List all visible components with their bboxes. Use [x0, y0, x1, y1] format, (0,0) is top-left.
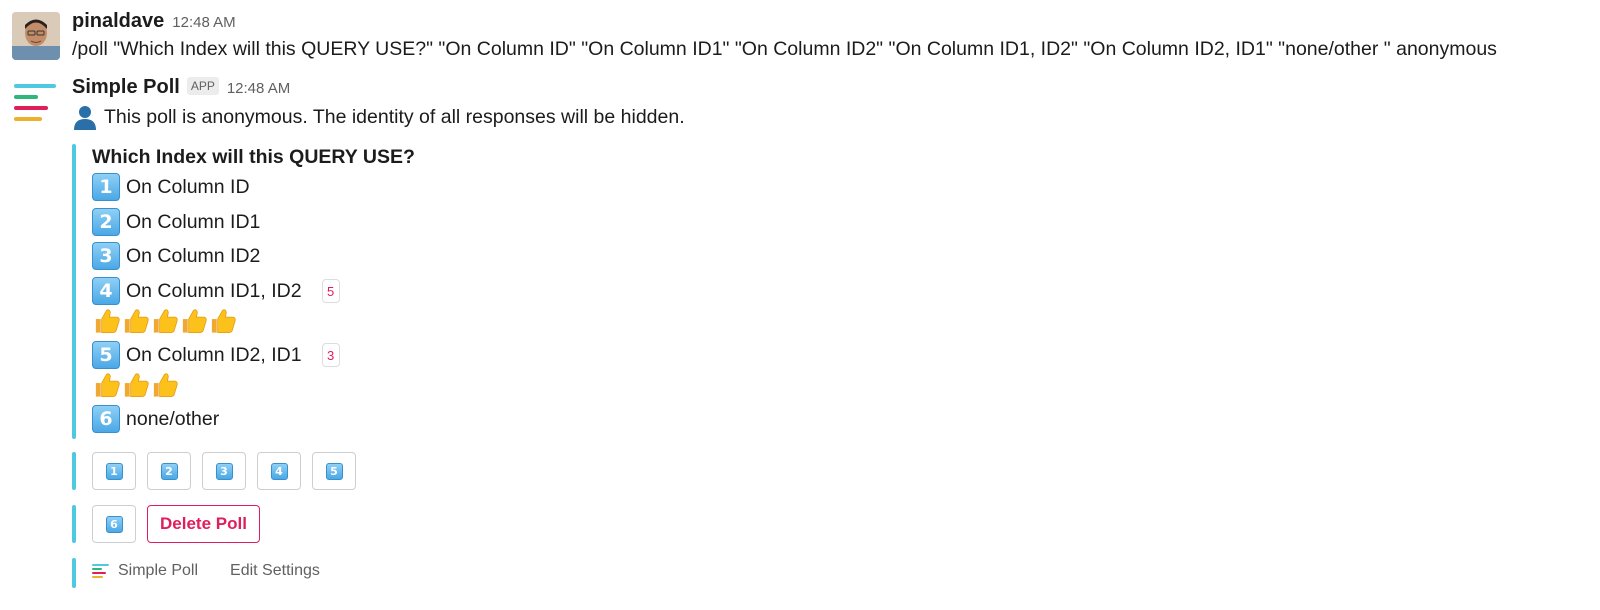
keycap-1-icon: 1 — [92, 173, 120, 201]
attachment-accent-bar — [72, 144, 76, 439]
message-simple-poll: Simple Poll APP 12:48 AM This poll is an… — [0, 74, 1600, 610]
keycap-2-icon: 2 — [160, 462, 178, 480]
user-avatar[interactable] — [12, 12, 60, 60]
poll-option-label: On Column ID1, ID2 — [126, 279, 302, 302]
vote-button-6[interactable]: 6 — [92, 505, 136, 543]
edit-settings-link[interactable]: Edit Settings — [230, 562, 320, 580]
vote-thumbs-row — [92, 370, 179, 400]
vote-buttons-attachment: 1 2 3 4 5 — [72, 452, 972, 490]
poll-option-2: 2 On Column ID1 — [92, 207, 260, 237]
thumbs-up-icon — [150, 370, 179, 400]
app-badge: APP — [186, 77, 219, 95]
author-name[interactable]: pinaldave — [72, 10, 164, 33]
thumbs-up-icon — [121, 306, 150, 336]
keycap-1-icon: 1 — [105, 462, 123, 480]
poll-option-1: 1 On Column ID — [92, 172, 250, 202]
poll-option-6: 6 none/other — [92, 404, 219, 434]
keycap-4-icon: 4 — [270, 462, 288, 480]
thumbs-up-icon — [121, 370, 150, 400]
attachment-accent-bar — [72, 505, 76, 543]
vote-button-3[interactable]: 3 — [202, 452, 246, 490]
attachment-accent-bar — [72, 452, 76, 490]
attachment-accent-bar — [72, 558, 76, 588]
vote-button-4[interactable]: 4 — [257, 452, 301, 490]
thumbs-up-icon — [92, 370, 121, 400]
actions-attachment: 6 Delete Poll — [72, 505, 972, 543]
anonymous-notice: This poll is anonymous. The identity of … — [72, 104, 685, 130]
poll-question: Which Index will this QUERY USE? — [92, 146, 415, 168]
app-name[interactable]: Simple Poll — [72, 76, 180, 99]
keycap-6-icon: 6 — [105, 515, 123, 533]
poll-attachment: Which Index will this QUERY USE? 1 On Co… — [72, 144, 972, 439]
footer-app-name: Simple Poll — [118, 562, 199, 579]
poll-option-label: On Column ID2, ID1 — [126, 343, 302, 366]
keycap-3-icon: 3 — [215, 462, 233, 480]
poll-option-label: none/other — [126, 407, 220, 430]
thumbs-up-icon — [208, 306, 237, 336]
thumbs-up-icon — [179, 306, 208, 336]
keycap-3-icon: 3 — [92, 242, 120, 270]
vote-button-1[interactable]: 1 — [92, 452, 136, 490]
vote-thumbs-row — [92, 306, 237, 336]
vote-count-badge: 3 — [321, 343, 340, 367]
message-timestamp[interactable]: 12:48 AM — [227, 80, 290, 97]
vote-button-5[interactable]: 5 — [312, 452, 356, 490]
keycap-6-icon: 6 — [92, 405, 120, 433]
message-timestamp[interactable]: 12:48 AM — [172, 14, 235, 31]
footer-attachment: Simple Poll Edit Settings — [72, 558, 972, 588]
poll-option-3: 3 On Column ID2 — [92, 241, 260, 271]
person-silhouette-icon — [72, 104, 98, 130]
keycap-4-icon: 4 — [92, 277, 120, 305]
vote-button-2[interactable]: 2 — [147, 452, 191, 490]
thumbs-up-icon — [150, 306, 179, 336]
delete-poll-button[interactable]: Delete Poll — [147, 505, 260, 543]
poll-option-label: On Column ID2 — [126, 244, 261, 267]
simple-poll-logo-icon — [92, 564, 109, 578]
message-text: /poll "Which Index will this QUERY USE?"… — [72, 38, 1497, 60]
keycap-5-icon: 5 — [92, 341, 120, 369]
keycap-5-icon: 5 — [325, 462, 343, 480]
poll-option-label: On Column ID1 — [126, 210, 261, 233]
thumbs-up-icon — [92, 306, 121, 336]
poll-option-label: On Column ID — [126, 175, 250, 198]
message-pinaldave: pinaldave 12:48 AM /poll "Which Index wi… — [0, 8, 1600, 70]
anonymous-notice-text: This poll is anonymous. The identity of … — [104, 105, 685, 128]
poll-option-5: 5 On Column ID2, ID1 3 — [92, 340, 340, 370]
keycap-2-icon: 2 — [92, 208, 120, 236]
vote-count-badge: 5 — [321, 279, 340, 303]
simple-poll-logo-icon[interactable] — [14, 80, 60, 124]
poll-option-4: 4 On Column ID1, ID2 5 — [92, 276, 340, 306]
